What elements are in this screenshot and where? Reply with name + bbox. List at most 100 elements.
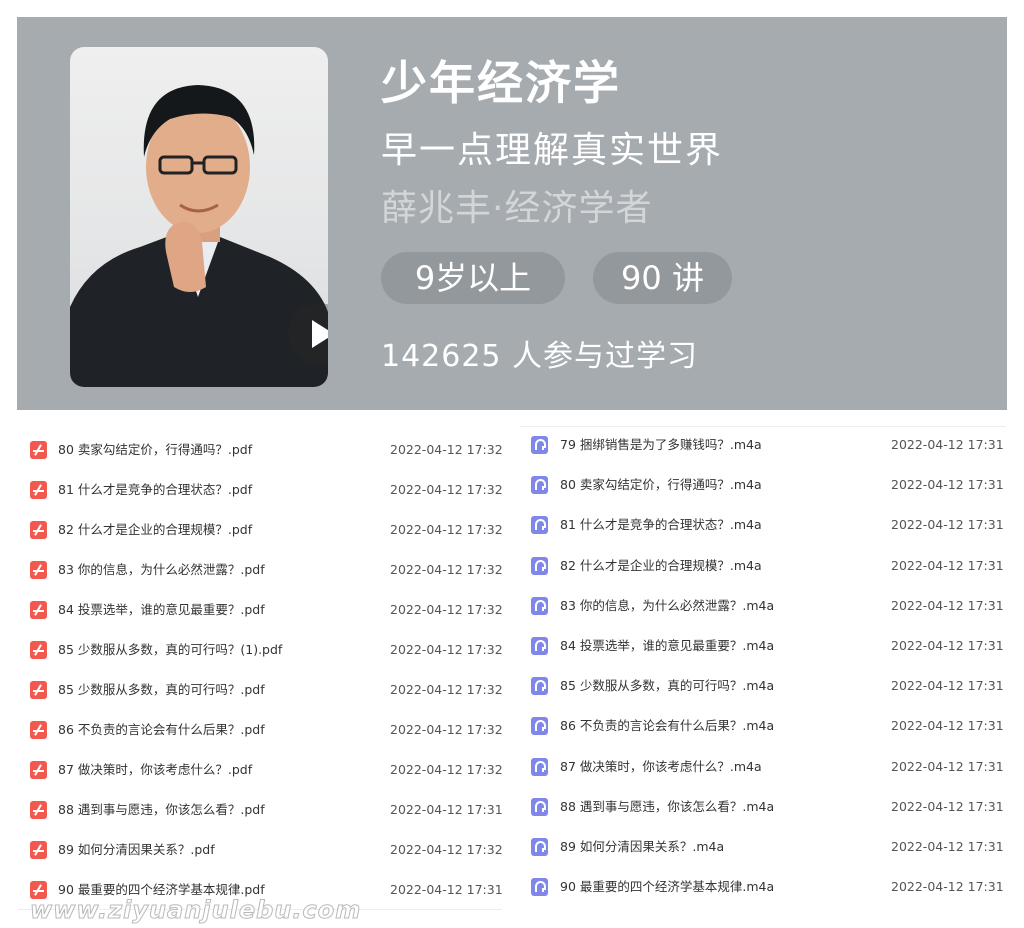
pdf-icon <box>30 561 47 579</box>
pdf-icon <box>30 761 47 779</box>
lessons-count-tag: 90 讲 <box>593 252 732 304</box>
audio-icon <box>531 636 548 655</box>
file-modified-time: 2022-04-12 17:31 <box>390 882 503 897</box>
file-modified-time: 2022-04-12 17:31 <box>891 879 1004 895</box>
file-row[interactable]: 86 不负责的言论会有什么后果？.pdf 2022-04-12 17:32 <box>18 710 503 750</box>
file-modified-time: 2022-04-12 17:32 <box>390 482 503 497</box>
file-modified-time: 2022-04-12 17:31 <box>891 678 1004 694</box>
file-row[interactable]: 80 卖家勾结定价，行得通吗？.m4a 2022-04-12 17:31 <box>520 467 1006 507</box>
file-modified-time: 2022-04-12 17:31 <box>891 517 1004 533</box>
file-row[interactable]: 81 什么才是竞争的合理状态？.m4a 2022-04-12 17:31 <box>520 507 1006 547</box>
file-name[interactable]: 82 什么才是企业的合理规模？.m4a <box>560 548 762 584</box>
file-name[interactable]: 79 捆绑销售是为了多赚钱吗？.m4a <box>560 427 762 463</box>
file-row[interactable]: 87 做决策时，你该考虑什么？.m4a 2022-04-12 17:31 <box>520 749 1006 789</box>
file-row[interactable]: 82 什么才是企业的合理规模？.pdf 2022-04-12 17:32 <box>18 510 503 550</box>
pdf-icon <box>30 641 47 659</box>
age-tag: 9岁以上 <box>381 252 565 304</box>
pdf-icon <box>30 521 47 539</box>
file-name[interactable]: 89 如何分清因果关系？.m4a <box>560 829 724 865</box>
file-modified-time: 2022-04-12 17:31 <box>891 838 1004 854</box>
author-photo <box>70 47 328 387</box>
file-name[interactable]: 81 什么才是竞争的合理状态？.m4a <box>560 507 762 543</box>
file-modified-time: 2022-04-12 17:31 <box>891 437 1004 452</box>
file-name[interactable]: 83 你的信息，为什么必然泄露？.m4a <box>560 588 774 624</box>
file-modified-time: 2022-04-12 17:32 <box>390 762 503 777</box>
file-row[interactable]: 81 什么才是竞争的合理状态？.pdf 2022-04-12 17:32 <box>18 470 503 510</box>
course-title: 少年经济学 <box>381 56 621 110</box>
course-subtitle: 早一点理解真实世界 <box>381 130 724 171</box>
file-row[interactable]: 89 如何分清因果关系？.m4a 2022-04-12 17:31 <box>520 829 1006 869</box>
file-name[interactable]: 83 你的信息，为什么必然泄露？.pdf <box>58 550 265 590</box>
file-row[interactable]: 85 少数服从多数，真的可行吗？(1).pdf 2022-04-12 17:32 <box>18 630 503 670</box>
file-name[interactable]: 86 不负责的言论会有什么后果？.m4a <box>560 708 774 744</box>
file-row[interactable]: 80 卖家勾结定价，行得通吗？.pdf 2022-04-12 17:32 <box>18 430 503 470</box>
file-name[interactable]: 80 卖家勾结定价，行得通吗？.pdf <box>58 430 252 470</box>
file-name[interactable]: 85 少数服从多数，真的可行吗？.m4a <box>560 668 774 704</box>
file-name[interactable]: 81 什么才是竞争的合理状态？.pdf <box>58 470 252 510</box>
file-name[interactable]: 87 做决策时，你该考虑什么？.pdf <box>58 750 252 790</box>
file-modified-time: 2022-04-12 17:31 <box>891 718 1004 734</box>
pdf-icon <box>30 481 47 499</box>
file-name[interactable]: 82 什么才是企业的合理规模？.pdf <box>58 510 252 550</box>
pdf-icon <box>30 721 47 739</box>
file-modified-time: 2022-04-12 17:32 <box>390 562 503 577</box>
learners-count: 142625 人参与过学习 <box>381 339 699 374</box>
file-row[interactable]: 86 不负责的言论会有什么后果？.m4a 2022-04-12 17:31 <box>520 708 1006 748</box>
pdf-icon <box>30 681 47 699</box>
pdf-icon <box>30 601 47 619</box>
file-name[interactable]: 85 少数服从多数，真的可行吗？(1).pdf <box>58 630 282 670</box>
file-modified-time: 2022-04-12 17:32 <box>390 522 503 537</box>
file-name[interactable]: 87 做决策时，你该考虑什么？.m4a <box>560 749 762 785</box>
watermark-text: www.ziyuanjulebu.com <box>29 896 362 925</box>
audio-icon <box>531 677 548 696</box>
file-name[interactable]: 86 不负责的言论会有什么后果？.pdf <box>58 710 265 750</box>
file-name[interactable]: 88 遇到事与愿违，你该怎么看？.pdf <box>58 790 265 830</box>
file-modified-time: 2022-04-12 17:31 <box>390 802 503 817</box>
audio-icon <box>531 878 548 897</box>
pdf-icon <box>30 841 47 859</box>
file-name[interactable]: 90 最重要的四个经济学基本规律.m4a <box>560 869 774 905</box>
file-row[interactable]: 88 遇到事与愿违，你该怎么看？.pdf 2022-04-12 17:31 <box>18 790 503 830</box>
audio-icon <box>531 797 548 816</box>
file-row[interactable]: 85 少数服从多数，真的可行吗？.pdf 2022-04-12 17:32 <box>18 670 503 710</box>
file-name[interactable]: 89 如何分清因果关系？.pdf <box>58 830 215 870</box>
course-author: 薛兆丰·经济学者 <box>381 188 653 229</box>
file-modified-time: 2022-04-12 17:32 <box>390 682 503 697</box>
audio-icon <box>531 596 548 615</box>
audio-icon <box>531 717 548 736</box>
file-modified-time: 2022-04-12 17:32 <box>390 642 503 657</box>
file-modified-time: 2022-04-12 17:31 <box>891 557 1004 573</box>
file-modified-time: 2022-04-12 17:31 <box>891 477 1004 493</box>
file-row[interactable]: 84 投票选举，谁的意见最重要？.pdf 2022-04-12 17:32 <box>18 590 503 630</box>
audio-icon <box>531 837 548 856</box>
file-modified-time: 2022-04-12 17:32 <box>390 602 503 617</box>
file-row[interactable]: 90 最重要的四个经济学基本规律.m4a 2022-04-12 17:31 <box>520 869 1006 909</box>
file-name[interactable]: 88 遇到事与愿违，你该怎么看？.m4a <box>560 789 774 825</box>
file-modified-time: 2022-04-12 17:32 <box>390 442 503 457</box>
course-banner: 少年经济学 早一点理解真实世界 薛兆丰·经济学者 9岁以上 90 讲 14262… <box>17 17 1007 410</box>
file-row[interactable]: 82 什么才是企业的合理规模？.m4a 2022-04-12 17:31 <box>520 548 1006 588</box>
pdf-icon <box>30 441 47 459</box>
file-name[interactable]: 80 卖家勾结定价，行得通吗？.m4a <box>560 467 762 503</box>
file-name[interactable]: 84 投票选举，谁的意见最重要？.pdf <box>58 590 265 630</box>
file-modified-time: 2022-04-12 17:31 <box>891 637 1004 653</box>
audio-file-list: 79 捆绑销售是为了多赚钱吗？.m4a 2022-04-12 17:31 80 卖家… <box>520 426 1006 909</box>
file-name[interactable]: 85 少数服从多数，真的可行吗？.pdf <box>58 670 265 710</box>
file-row[interactable]: 89 如何分清因果关系？.pdf 2022-04-12 17:32 <box>18 830 503 870</box>
file-modified-time: 2022-04-12 17:31 <box>891 798 1004 814</box>
file-row[interactable]: 83 你的信息，为什么必然泄露？.m4a 2022-04-12 17:31 <box>520 588 1006 628</box>
file-name[interactable]: 84 投票选举，谁的意见最重要？.m4a <box>560 628 774 664</box>
audio-icon <box>531 757 548 776</box>
audio-icon <box>531 516 548 535</box>
audio-icon <box>531 476 548 495</box>
file-row[interactable]: 88 遇到事与愿违，你该怎么看？.m4a 2022-04-12 17:31 <box>520 789 1006 829</box>
file-modified-time: 2022-04-12 17:32 <box>390 842 503 857</box>
pdf-file-list: 80 卖家勾结定价，行得通吗？.pdf 2022-04-12 17:32 81 什么… <box>18 430 503 910</box>
file-row[interactable]: 85 少数服从多数，真的可行吗？.m4a 2022-04-12 17:31 <box>520 668 1006 708</box>
pdf-icon <box>30 801 47 819</box>
file-row[interactable]: 79 捆绑销售是为了多赚钱吗？.m4a 2022-04-12 17:31 <box>520 427 1006 467</box>
file-modified-time: 2022-04-12 17:31 <box>891 758 1004 774</box>
file-row[interactable]: 83 你的信息，为什么必然泄露？.pdf 2022-04-12 17:32 <box>18 550 503 590</box>
file-row[interactable]: 84 投票选举，谁的意见最重要？.m4a 2022-04-12 17:31 <box>520 628 1006 668</box>
file-row[interactable]: 87 做决策时，你该考虑什么？.pdf 2022-04-12 17:32 <box>18 750 503 790</box>
